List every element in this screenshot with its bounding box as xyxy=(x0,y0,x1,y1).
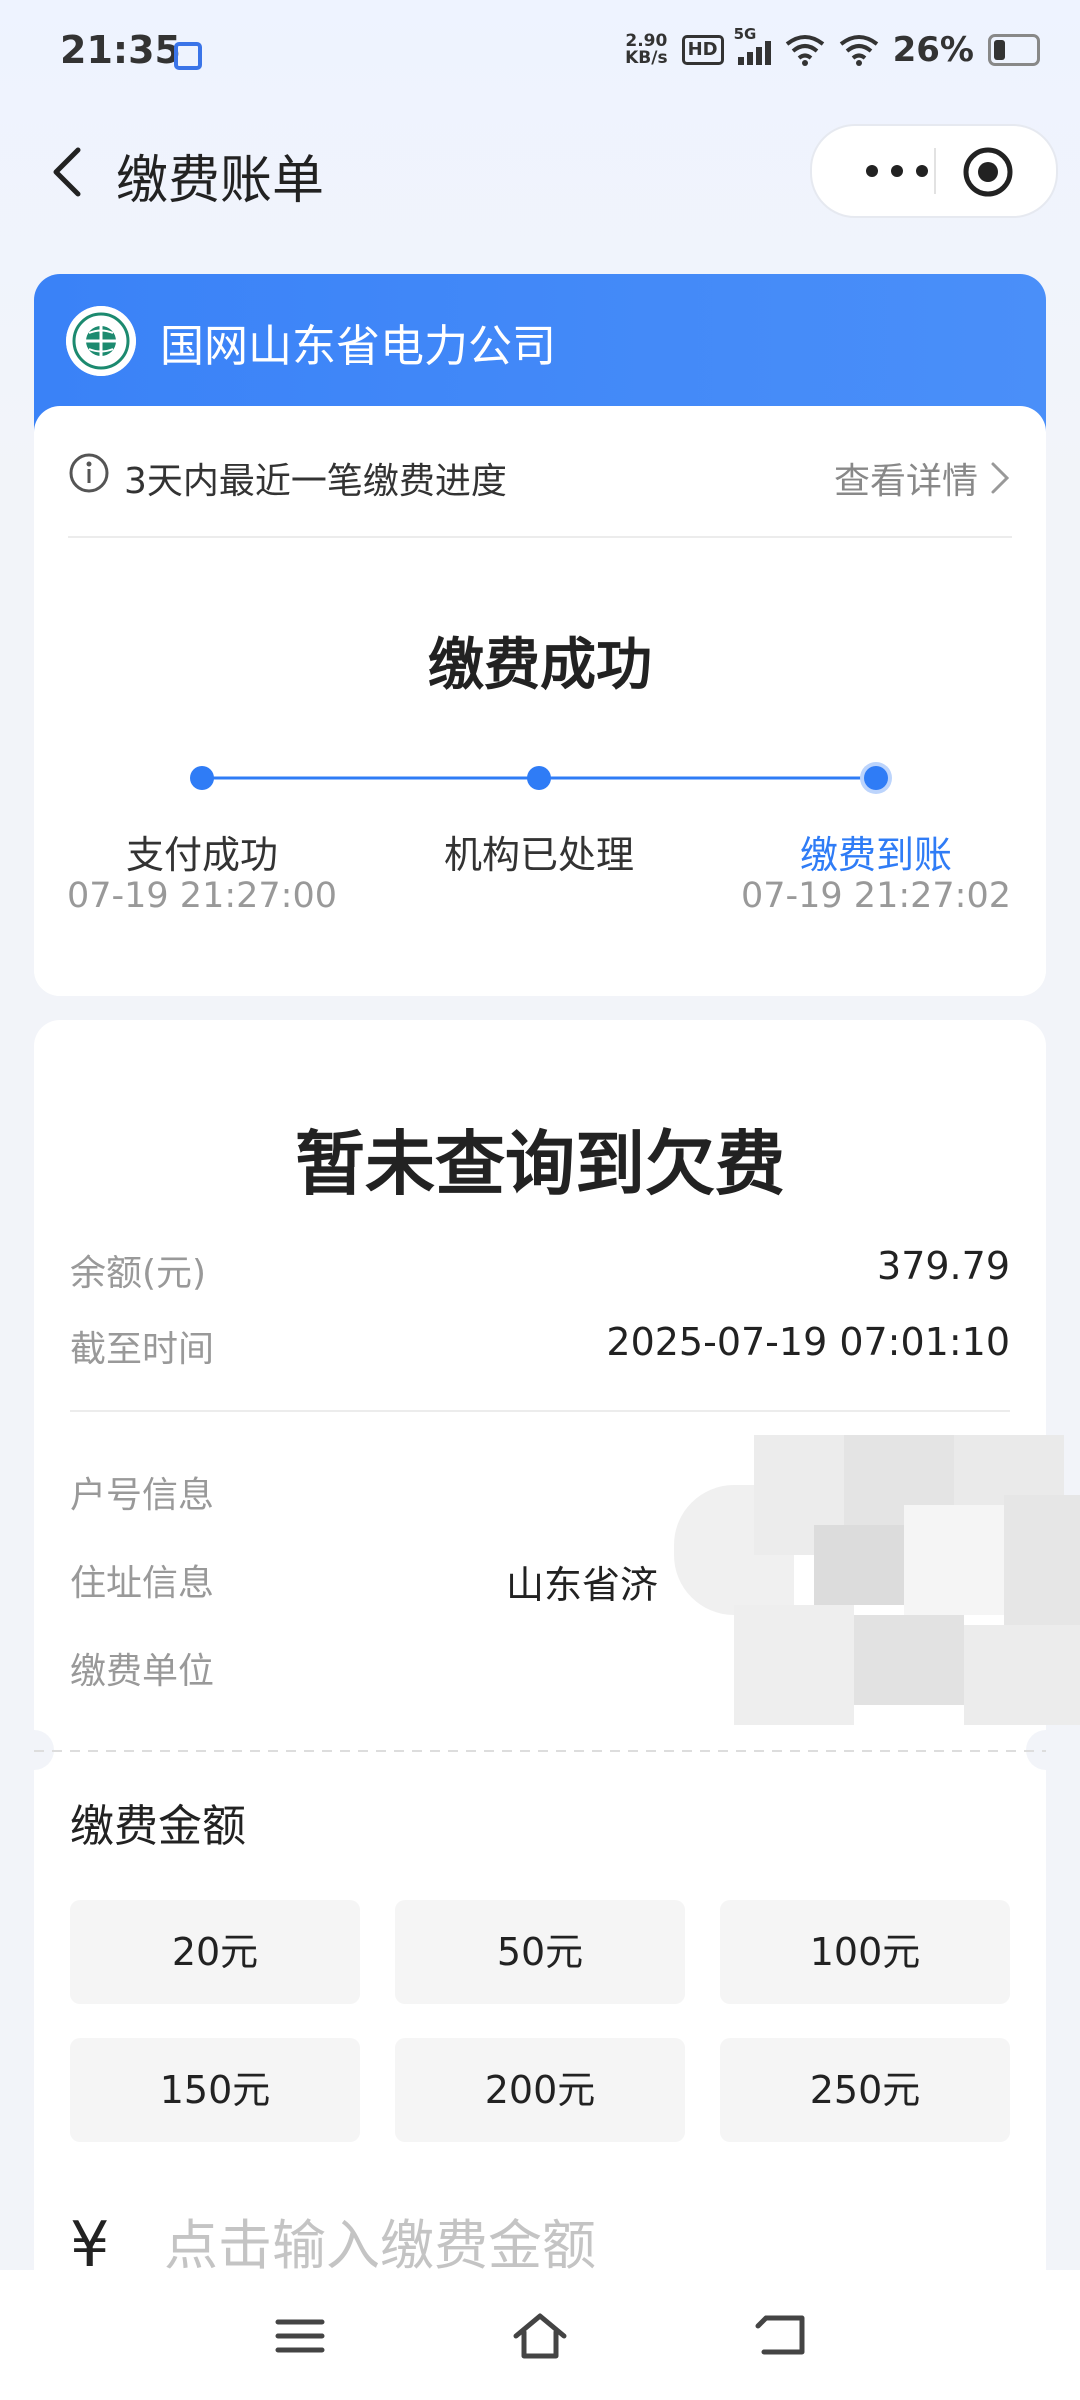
back-icon[interactable] xyxy=(42,142,102,202)
back-nav-icon[interactable] xyxy=(752,2306,812,2366)
more-icon[interactable] xyxy=(852,146,942,196)
address-label: 住址信息 xyxy=(70,1563,215,1604)
amount-option-50[interactable]: 50元 xyxy=(395,1900,685,2004)
navigation-bar: 缴费账单 xyxy=(0,112,1080,232)
status-bar: 21:35 2.90 KB/s HD 5G 26% xyxy=(0,0,1080,112)
battery-percent: 26% xyxy=(892,30,974,70)
target-icon[interactable] xyxy=(960,144,1016,200)
step-dot-1 xyxy=(190,766,214,790)
balance-label: 余额(元) xyxy=(70,1253,207,1294)
capsule-divider xyxy=(934,148,936,194)
step-time-credited: 07-19 21:27:02 xyxy=(740,876,1012,916)
unit-label: 缴费单位 xyxy=(70,1651,215,1692)
page-title: 缴费账单 xyxy=(116,151,325,211)
asof-label: 截至时间 xyxy=(70,1329,215,1370)
step-label-processed: 机构已处理 xyxy=(443,833,634,877)
step-time-paid: 07-19 21:27:00 xyxy=(66,876,338,916)
address-value: 山东省济 xyxy=(506,1563,659,1607)
org-name: 国网山东省电力公司 xyxy=(160,321,556,372)
cellular-signal-icon: 5G xyxy=(734,25,771,65)
status-time: 21:35 xyxy=(60,28,181,72)
no-arrears-headline: 暂未查询到欠费 xyxy=(295,1123,785,1205)
amount-option-200[interactable]: 200元 xyxy=(395,2038,685,2142)
bill-card: 暂未查询到欠费 余额(元) 379.79 截至时间 2025-07-19 07:… xyxy=(14,1020,1080,2320)
divider xyxy=(70,1410,1010,1412)
progress-track xyxy=(190,762,892,794)
payment-progress-steps: 支付成功 07-19 21:27:00 机构已处理 缴费到账 07-19 21:… xyxy=(34,758,1046,958)
account-label: 户号信息 xyxy=(70,1475,215,1516)
amount-option-150[interactable]: 150元 xyxy=(70,2038,360,2142)
amount-option-250[interactable]: 250元 xyxy=(720,2038,1010,2142)
state-grid-logo-icon xyxy=(66,306,136,376)
menu-icon[interactable] xyxy=(270,2306,330,2366)
status-right-group: 2.90 KB/s HD 5G 26% xyxy=(625,25,1040,70)
network-speed: 2.90 KB/s xyxy=(625,31,668,68)
asof-row: 截至时间 2025-07-19 07:01:10 xyxy=(70,1320,1010,1374)
amount-option-20[interactable]: 20元 xyxy=(70,1900,360,2004)
recent-payment-text: 3天内最近一笔缴费进度 xyxy=(124,461,507,502)
step-label-credited: 缴费到账 xyxy=(799,833,952,877)
payment-status-title: 缴费成功 xyxy=(428,633,652,698)
divider xyxy=(68,536,1012,538)
app-notification-icon xyxy=(174,42,202,70)
wifi-icon xyxy=(785,35,824,66)
mini-program-capsule xyxy=(810,124,1058,218)
battery-icon xyxy=(988,34,1040,66)
amount-option-100[interactable]: 100元 xyxy=(720,1900,1010,2004)
recent-payment-row[interactable]: 3天内最近一笔缴费进度 查看详情 xyxy=(68,446,1012,506)
privacy-mosaic xyxy=(674,1435,1080,1725)
balance-row: 余额(元) 379.79 xyxy=(70,1244,1010,1298)
step-dot-3 xyxy=(864,766,888,790)
asof-value: 2025-07-19 07:01:10 xyxy=(606,1320,1010,1364)
balance-value: 379.79 xyxy=(877,1244,1010,1288)
wifi-icon xyxy=(839,35,878,66)
home-icon[interactable] xyxy=(510,2306,570,2366)
progress-body: 3天内最近一笔缴费进度 查看详情 缴费成功 支付成功 07-19 21:27:0… xyxy=(34,406,1046,996)
perforation-line xyxy=(34,1750,1046,1752)
step-dot-2 xyxy=(527,766,551,790)
info-icon xyxy=(69,453,109,493)
payment-progress-card: 国网山东省电力公司 3天内最近一笔缴费进度 查看详情 缴费成功 支付成功 07-… xyxy=(34,274,1046,996)
amount-section-title: 缴费金额 xyxy=(70,1801,246,1852)
hd-icon: HD xyxy=(681,35,724,65)
system-navigation-bar xyxy=(0,2270,1080,2400)
chevron-right-icon xyxy=(991,462,1010,494)
step-label-paid: 支付成功 xyxy=(125,833,278,877)
view-details-link[interactable]: 查看详情 xyxy=(834,452,1012,504)
